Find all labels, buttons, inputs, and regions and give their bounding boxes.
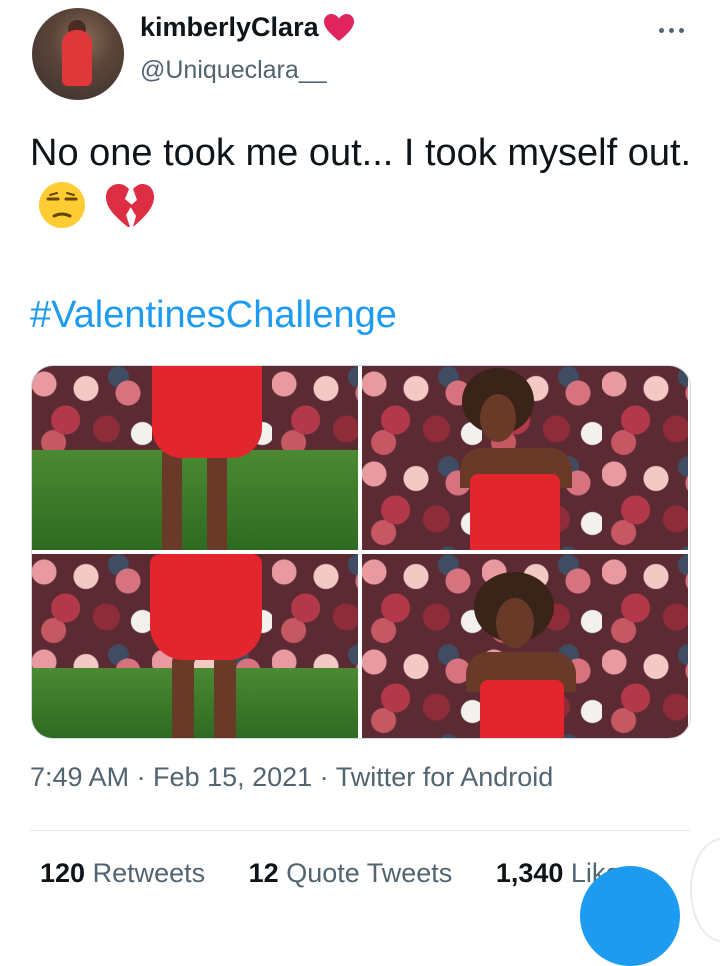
red-dress (150, 554, 262, 660)
red-heart-icon (323, 13, 354, 41)
retweets-label: Retweets (85, 858, 206, 888)
legs (207, 446, 227, 550)
quote-tweets-label: Quote Tweets (278, 858, 453, 888)
photo-3[interactable] (32, 554, 358, 738)
tweet-body: No one took me out... I took myself out. (30, 132, 692, 174)
photo-grid (31, 365, 691, 739)
photo-2[interactable] (362, 366, 688, 550)
source-link[interactable]: Twitter for Android (336, 762, 554, 792)
display-name[interactable]: kimberlyClara (140, 12, 319, 43)
compose-tweet-button[interactable] (580, 866, 680, 966)
grass-step (32, 450, 358, 550)
timestamp[interactable]: 7:49 AM · Feb 15, 2021 · (30, 762, 336, 792)
avatar[interactable] (32, 8, 124, 100)
quote-tweets-stat[interactable]: 12 Quote Tweets (249, 858, 453, 889)
photo-1[interactable] (32, 366, 358, 550)
red-dress (470, 474, 560, 550)
user-handle[interactable]: @Uniqueclara__ (140, 56, 327, 85)
engagement-stats: 120 Retweets 12 Quote Tweets 1,340 Likes (40, 858, 670, 889)
divider (30, 830, 690, 831)
scroll-edge (690, 838, 720, 942)
more-options-icon[interactable] (656, 20, 688, 40)
hashtag-link[interactable]: #ValentinesChallenge (30, 294, 397, 337)
retweets-stat[interactable]: 120 Retweets (40, 858, 205, 889)
avatar-figure-dress (62, 30, 92, 86)
retweets-count: 120 (40, 858, 86, 888)
photo-4[interactable] (362, 554, 688, 738)
tweet-metadata: 7:49 AM · Feb 15, 2021 · Twitter for And… (30, 762, 553, 793)
red-dress (480, 680, 564, 738)
likes-count: 1,340 (495, 858, 564, 888)
broken-heart-icon (105, 184, 154, 227)
red-dress (152, 366, 262, 458)
unamused-face-icon (39, 182, 85, 228)
tweet-text: No one took me out... I took myself out. (30, 126, 700, 237)
quote-tweets-count: 12 (248, 858, 279, 888)
face (480, 394, 516, 442)
user-name-row: kimberlyClara (140, 12, 355, 43)
legs (162, 446, 182, 550)
legs (214, 654, 236, 738)
grass-step (32, 668, 358, 738)
legs (172, 654, 194, 738)
face (496, 598, 534, 648)
